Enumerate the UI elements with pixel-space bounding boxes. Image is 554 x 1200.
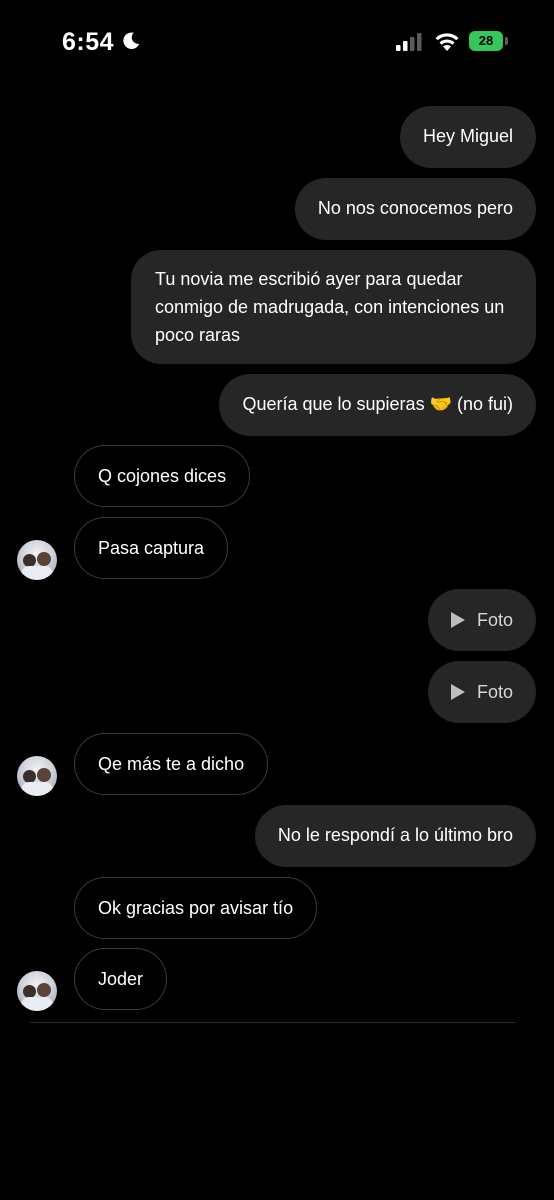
message-text: Tu novia me escribió ayer para quedar co…: [155, 269, 505, 345]
sent-message[interactable]: Quería que lo supieras 🤝 (no fui): [219, 374, 536, 436]
battery-icon: 28: [469, 31, 509, 51]
contact-avatar[interactable]: [17, 540, 57, 580]
message-text: Ok gracias por avisar tío: [98, 898, 294, 918]
message-text: Joder: [98, 969, 144, 989]
play-icon: [450, 612, 465, 628]
play-icon: [450, 684, 465, 700]
battery-cap: [505, 37, 508, 45]
received-message[interactable]: Ok gracias por avisar tío: [74, 877, 318, 939]
status-time: 6:54: [62, 28, 115, 56]
sent-message[interactable]: Tu novia me escribió ayer para quedar co…: [131, 250, 536, 364]
status-bar: 6:54 28: [0, 0, 554, 84]
message-text: No le respondí a lo último bro: [277, 825, 513, 845]
sent-photo-message[interactable]: Foto: [427, 661, 536, 723]
received-message[interactable]: Pasa captura: [74, 517, 229, 579]
message-text: Q cojones dices: [98, 466, 227, 486]
message-text: Hey Miguel: [422, 126, 513, 146]
sent-message[interactable]: No le respondí a lo último bro: [254, 805, 536, 867]
wifi-icon: [435, 33, 459, 51]
message-text: No nos conocemos pero: [317, 198, 513, 218]
message-text: Qe más te a dicho: [98, 754, 245, 774]
contact-avatar[interactable]: [17, 971, 57, 1011]
message-text: Quería que lo supieras 🤝 (no fui): [242, 394, 513, 414]
sent-message[interactable]: No nos conocemos pero: [294, 178, 536, 240]
message-text: Foto: [476, 682, 513, 702]
message-text: Foto: [476, 610, 513, 630]
cellular-signal-icon: [396, 33, 422, 51]
message-text: Pasa captura: [98, 538, 205, 558]
contact-avatar[interactable]: [17, 756, 57, 796]
received-message[interactable]: Qe más te a dicho: [74, 733, 269, 795]
sent-photo-message[interactable]: Foto: [427, 589, 536, 651]
received-message[interactable]: Q cojones dices: [74, 445, 251, 507]
moon-icon: [123, 32, 140, 49]
sent-message[interactable]: Hey Miguel: [399, 106, 536, 168]
battery-level: 28: [469, 31, 503, 51]
composer-divider: [30, 1022, 516, 1023]
received-message[interactable]: Joder: [74, 948, 168, 1010]
